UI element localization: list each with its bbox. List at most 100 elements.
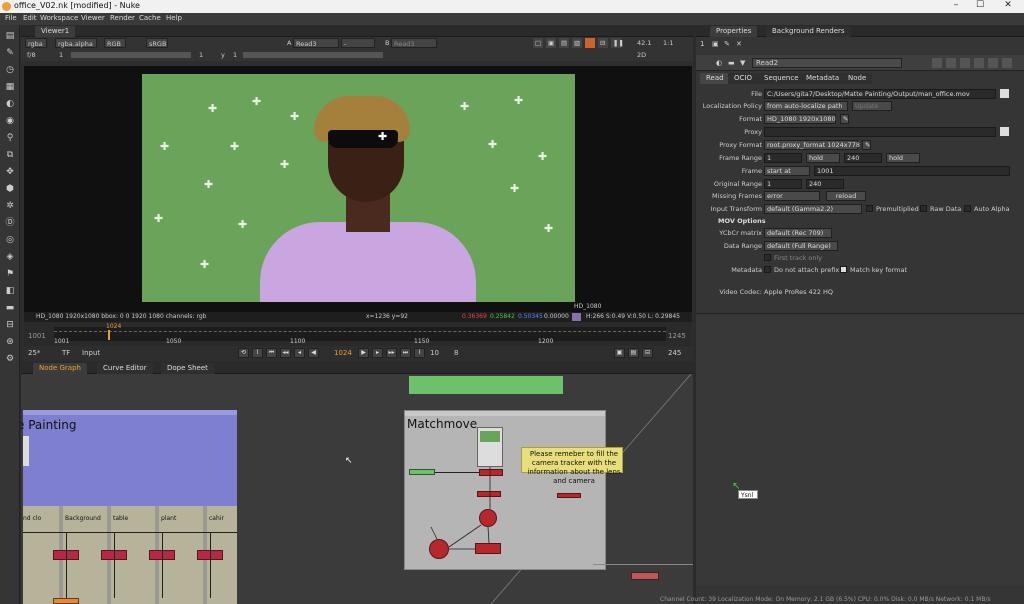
- display-dropdown[interactable]: RGB: [104, 38, 126, 48]
- collapse-icon[interactable]: ▼: [740, 59, 745, 67]
- after-dropdown[interactable]: hold: [886, 153, 920, 163]
- last-frame-icon[interactable]: ⏭: [400, 348, 411, 358]
- step-back-icon[interactable]: ◂: [294, 348, 305, 358]
- update-button[interactable]: Update: [852, 101, 892, 111]
- ycbcr-dropdown[interactable]: default (Rec 709): [764, 228, 832, 238]
- localization-dropdown[interactable]: from auto-localize path: [764, 101, 848, 111]
- do-not-attach-checkbox[interactable]: [764, 266, 771, 273]
- settings-gear-icon[interactable]: ⚙: [4, 353, 16, 365]
- increment-field[interactable]: 8: [454, 349, 458, 357]
- proxy-format-edit-icon[interactable]: ✎: [862, 140, 871, 150]
- pause-icon[interactable]: ❚❚: [611, 38, 624, 48]
- proxy-format-dropdown[interactable]: root.proxy_format 1024x778: [764, 140, 860, 150]
- node-graph-canvas[interactable]: e Painting nd clo Background table plant…: [21, 374, 693, 604]
- node[interactable]: [53, 598, 79, 604]
- frame-range-start-field[interactable]: 1: [764, 153, 802, 163]
- furnace-icon[interactable]: ▬: [4, 302, 16, 314]
- lock-icon[interactable]: ⊟: [598, 38, 608, 48]
- overlay-icon[interactable]: ▤: [559, 38, 569, 48]
- missing-frames-dropdown[interactable]: error: [764, 191, 820, 201]
- tab-curve-editor[interactable]: Curve Editor: [97, 363, 153, 374]
- match-key-checkbox[interactable]: [840, 266, 847, 273]
- node-name-field[interactable]: Read2: [752, 58, 902, 68]
- float-panel-icon[interactable]: [988, 58, 998, 68]
- max-panels-field[interactable]: 1: [700, 40, 704, 48]
- node-thumbnail[interactable]: [23, 436, 29, 466]
- revert-icon[interactable]: [960, 58, 970, 68]
- format-dropdown[interactable]: HD_1080 1920x1080: [764, 114, 836, 124]
- plugins-icon[interactable]: ⊛: [4, 336, 16, 348]
- subtab-metadata[interactable]: Metadata: [800, 73, 846, 84]
- subtab-node[interactable]: Node: [842, 73, 873, 84]
- input-b-dropdown[interactable]: Read3: [391, 38, 437, 48]
- image-icon[interactable]: ▤: [4, 30, 16, 42]
- end-frame-field[interactable]: 245: [668, 349, 681, 357]
- record-icon[interactable]: [585, 38, 595, 48]
- first-track-checkbox[interactable]: [764, 254, 771, 261]
- tab-properties[interactable]: Properties: [710, 26, 758, 37]
- timeline-end[interactable]: 1245: [668, 332, 686, 340]
- subtab-read[interactable]: Read: [700, 73, 730, 84]
- close-icon[interactable]: ✕: [996, 0, 1020, 13]
- timeline-start[interactable]: 1001: [28, 332, 46, 340]
- proxy-path-field[interactable]: [764, 127, 996, 137]
- menu-viewer[interactable]: Viewer: [81, 14, 105, 22]
- frame-range-end-field[interactable]: 240: [844, 153, 882, 163]
- ocio-icon[interactable]: ⊟: [4, 319, 16, 331]
- gain-value[interactable]: 1: [197, 50, 205, 60]
- frame-step[interactable]: 1: [57, 50, 65, 60]
- backdrop-matte-painting[interactable]: e Painting: [21, 410, 237, 506]
- subtab-ocio[interactable]: OCIO: [728, 73, 758, 84]
- toolsets-icon[interactable]: ⚑: [4, 268, 16, 280]
- time-icon[interactable]: ◷: [4, 64, 16, 76]
- folder-icon[interactable]: [1000, 127, 1009, 136]
- frame-value-field[interactable]: 1001: [814, 166, 1010, 176]
- next-keyframe-icon[interactable]: ▸▸: [386, 348, 397, 358]
- step-forward-icon[interactable]: ▸: [372, 348, 383, 358]
- first-frame-icon[interactable]: ⏮: [266, 348, 277, 358]
- 3d-icon[interactable]: ⬢: [4, 183, 16, 195]
- clip-icon[interactable]: ▧: [572, 38, 582, 48]
- raw-data-checkbox[interactable]: [920, 205, 927, 212]
- menu-cache[interactable]: Cache: [139, 14, 161, 22]
- subtab-sequence[interactable]: Sequence: [758, 73, 805, 84]
- particles-icon[interactable]: ✲: [4, 200, 16, 212]
- node[interactable]: [631, 572, 659, 580]
- file-path-field[interactable]: C:/Users/gita7/Desktop/Matte Painting/Ou…: [764, 89, 996, 99]
- wipe-icon[interactable]: ▣: [546, 38, 556, 48]
- playhead[interactable]: [108, 330, 110, 340]
- channels-dropdown[interactable]: rgba: [25, 38, 47, 48]
- original-start-field[interactable]: 1: [764, 179, 802, 189]
- zoom-level[interactable]: 42.1: [635, 38, 653, 48]
- premultiplied-checkbox[interactable]: [866, 205, 873, 212]
- draw-icon[interactable]: ✎: [4, 47, 16, 59]
- folder-icon[interactable]: [1000, 89, 1009, 98]
- input-a-dropdown[interactable]: Read3: [293, 38, 339, 48]
- tab-dope-sheet[interactable]: Dope Sheet: [161, 363, 214, 374]
- format-edit-icon[interactable]: ✎: [840, 114, 849, 124]
- view-mode[interactable]: 2D: [635, 50, 648, 60]
- backdrop-matchmove[interactable]: Matchmove Please remeber to fill the cam…: [404, 410, 623, 570]
- loop-icon[interactable]: ⟲: [238, 348, 249, 358]
- filter-icon[interactable]: ◉: [4, 115, 16, 127]
- play-forward-icon[interactable]: ▶: [358, 348, 369, 358]
- current-frame-field[interactable]: 1024: [334, 349, 352, 357]
- green-screen-plate[interactable]: ✚ ✚ ✚ ✚ ✚ ✚ ✚ ✚ ✚ ✚ ✚ ✚ ✚ ✚ ✚ ✚ ✚ ✚: [142, 74, 575, 302]
- menu-render[interactable]: Render: [110, 14, 135, 22]
- flipbook-icon[interactable]: ▤: [628, 348, 639, 358]
- tab-background-renders[interactable]: Background Renders: [766, 26, 851, 37]
- data-range-dropdown[interactable]: default (Full Range): [764, 241, 838, 251]
- original-end-field[interactable]: 240: [806, 179, 844, 189]
- reload-button[interactable]: reload: [826, 191, 866, 201]
- merge-icon[interactable]: ⧉: [4, 149, 16, 161]
- zoom-ratio[interactable]: 1:1: [661, 38, 675, 48]
- metadata-icon[interactable]: ◈: [4, 251, 16, 263]
- fps-field[interactable]: 25*: [28, 349, 40, 357]
- deep-icon[interactable]: Ⓓ: [4, 217, 16, 229]
- redo-icon[interactable]: [946, 58, 956, 68]
- tab-node-graph[interactable]: Node Graph: [33, 363, 87, 374]
- frame-mode-dropdown[interactable]: start at: [764, 166, 810, 176]
- step-field[interactable]: 10: [430, 349, 439, 357]
- gamma-value[interactable]: 1: [231, 50, 239, 60]
- range-mode-dropdown[interactable]: Input: [82, 349, 100, 357]
